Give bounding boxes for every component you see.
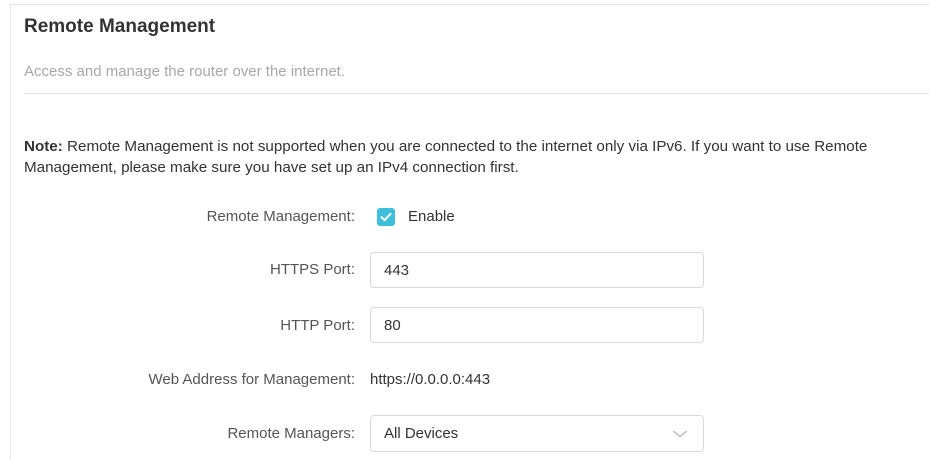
panel-left-border (10, 4, 11, 459)
chevron-down-icon (673, 430, 687, 438)
note-paragraph: Note: Remote Management is not supported… (24, 136, 929, 178)
remote-management-panel: Remote Management Access and manage the … (0, 0, 929, 459)
http-port-label: HTTP Port: (280, 317, 355, 334)
enable-checkbox-label[interactable]: Enable (408, 207, 455, 227)
remote-managers-label: Remote Managers: (227, 425, 355, 442)
remote-managers-select[interactable]: All Devices (370, 415, 704, 452)
https-port-label: HTTPS Port: (269, 261, 355, 278)
checkmark-icon (380, 212, 392, 222)
http-port-input[interactable] (370, 307, 704, 343)
web-address-value: https://0.0.0.0:443 (370, 371, 491, 388)
note-label: Note: (24, 138, 63, 155)
remote-management-enable-checkbox[interactable] (377, 208, 395, 226)
remote-management-label: Remote Management: (206, 208, 355, 225)
section-title: Remote Management (24, 16, 216, 37)
https-port-input[interactable] (370, 252, 704, 288)
section-subtitle: Access and manage the router over the in… (24, 63, 346, 80)
panel-top-border (10, 4, 929, 5)
note-text: Remote Management is not supported when … (24, 138, 868, 176)
remote-managers-selected-value: All Devices (384, 425, 459, 442)
web-address-label: Web Address for Management: (148, 371, 356, 388)
section-divider (24, 93, 929, 94)
